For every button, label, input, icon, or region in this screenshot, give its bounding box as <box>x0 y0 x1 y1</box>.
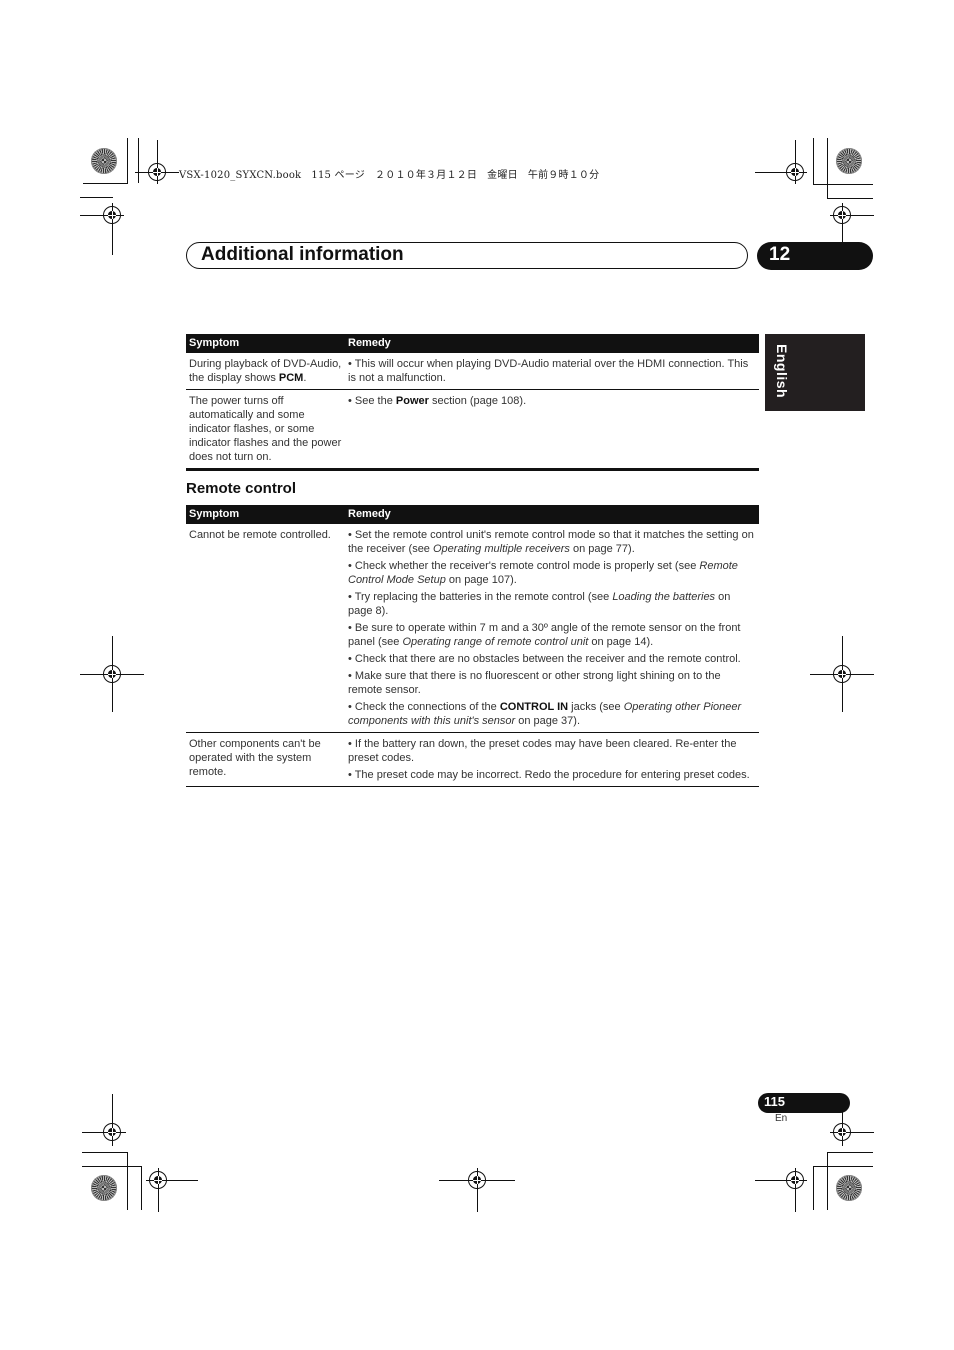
text-run: During playback of DVD-Audio, the displa… <box>189 358 342 384</box>
remedy-item: • Check whether the receiver's remote co… <box>348 559 756 587</box>
text-run: • Try replacing the batteries in the rem… <box>348 591 613 603</box>
table-row: During playback of DVD-Audio, the displa… <box>186 353 759 390</box>
bold-term: PCM <box>278 372 304 384</box>
bold-term: CONTROL IN <box>499 701 569 713</box>
crop-line <box>82 1166 142 1167</box>
column-header-remedy: Remedy <box>345 334 759 353</box>
table-header-row: Symptom Remedy <box>186 505 759 524</box>
remedy-item: • The preset code may be incorrect. Redo… <box>348 768 756 782</box>
column-header-remedy: Remedy <box>345 505 759 524</box>
remedy-item: • Be sure to operate within 7 m and a 30… <box>348 621 756 649</box>
language-tab-label: English <box>774 344 790 399</box>
crop-line <box>813 1166 873 1167</box>
table-row: Cannot be remote controlled. • Set the re… <box>186 524 759 733</box>
chapter-number: 12 <box>769 244 791 265</box>
color-target-icon <box>91 148 117 174</box>
column-header-symptom: Symptom <box>186 334 345 353</box>
remedy-cell: • This will occur when playing DVD-Audio… <box>345 353 759 390</box>
text-run: • See the <box>348 395 396 407</box>
text-run: • Make sure that there is no fluorescent… <box>348 670 721 696</box>
remedy-item: • If the battery ran down, the preset co… <box>348 737 756 765</box>
crop-line <box>827 138 828 198</box>
color-target-icon <box>836 1175 862 1201</box>
text-run: section (page 108). <box>428 395 527 407</box>
column-header-symptom: Symptom <box>186 505 345 524</box>
text-run: on page 107). <box>445 574 517 586</box>
bold-term: Power <box>395 395 429 407</box>
table-header-row: Symptom Remedy <box>186 334 759 353</box>
crop-line <box>827 1152 873 1153</box>
crop-line <box>82 1152 128 1153</box>
page-language-code: En <box>775 1113 788 1124</box>
remedy-item: • Make sure that there is no fluorescent… <box>348 669 756 697</box>
chapter-number-badge: 12 <box>757 242 873 270</box>
text-run: • If the battery ran down, the preset co… <box>348 738 737 764</box>
text-run: on page 14). <box>588 636 654 648</box>
symptom-cell: Cannot be remote controlled. <box>186 524 345 733</box>
print-header: VSX-1020_SYXCN.book 115 ページ ２０１０年３月１２日 金… <box>179 170 600 181</box>
section-heading: Remote control <box>186 480 297 497</box>
remedy-item: • Check that there are no obstacles betw… <box>348 652 756 666</box>
crop-line <box>813 138 814 184</box>
text-run: • Check the connections of the <box>348 701 500 713</box>
crop-line <box>141 1166 142 1210</box>
text-run: The power turns off automatically and so… <box>189 395 342 463</box>
table-row: Other components can't be operated with … <box>186 732 759 787</box>
remote-control-table: Symptom Remedy Cannot be remote controll… <box>186 505 759 787</box>
text-run: on page 77). <box>569 543 635 555</box>
cross-reference: Operating range of remote control unit <box>402 636 589 648</box>
crop-line <box>80 197 113 198</box>
table-row: The power turns off automatically and so… <box>186 389 759 471</box>
remedy-cell: • If the battery ran down, the preset co… <box>345 732 759 787</box>
crop-line <box>138 138 139 183</box>
chapter-title-bar: Additional information <box>186 242 748 269</box>
text-run: jacks (see <box>568 701 624 713</box>
cross-reference: Operating multiple receivers <box>432 543 570 555</box>
page-number: 115 <box>764 1094 785 1109</box>
page-number-badge: 115 <box>758 1093 850 1113</box>
remedy-item: • Check the connections of the CONTROL I… <box>348 700 756 728</box>
troubleshooting-table: Symptom Remedy During playback of DVD-Au… <box>186 334 759 471</box>
crop-line <box>813 184 873 185</box>
text-run: • Check whether the receiver's remote co… <box>348 560 700 572</box>
remedy-cell: • Set the remote control unit's remote c… <box>345 524 759 733</box>
color-target-icon <box>836 148 862 174</box>
crop-line <box>827 198 873 199</box>
symptom-cell: During playback of DVD-Audio, the displa… <box>186 353 345 390</box>
text-run: on page 37). <box>515 715 581 727</box>
crop-line <box>127 138 128 183</box>
crop-line <box>127 1152 128 1210</box>
symptom-cell: The power turns off automatically and so… <box>186 389 345 471</box>
remedy-item: • This will occur when playing DVD-Audio… <box>348 357 756 385</box>
symptom-cell: Other components can't be operated with … <box>186 732 345 787</box>
chapter-title: Additional information <box>201 244 404 265</box>
text-run: • Check that there are no obstacles betw… <box>348 653 741 665</box>
remedy-cell: • See the Power section (page 108). <box>345 389 759 471</box>
cross-reference: Loading the batteries <box>612 591 716 603</box>
color-target-icon <box>91 1175 117 1201</box>
remedy-item: • Try replacing the batteries in the rem… <box>348 590 756 618</box>
crop-line <box>827 1152 828 1210</box>
text-run: . <box>303 372 307 384</box>
text-run: • This will occur when playing DVD-Audio… <box>348 358 749 384</box>
crop-line <box>813 1166 814 1210</box>
remedy-item: • Set the remote control unit's remote c… <box>348 528 756 556</box>
text-run: • The preset code may be incorrect. Redo… <box>348 769 750 781</box>
crop-line <box>83 183 128 184</box>
remedy-item: • See the Power section (page 108). <box>348 394 756 408</box>
